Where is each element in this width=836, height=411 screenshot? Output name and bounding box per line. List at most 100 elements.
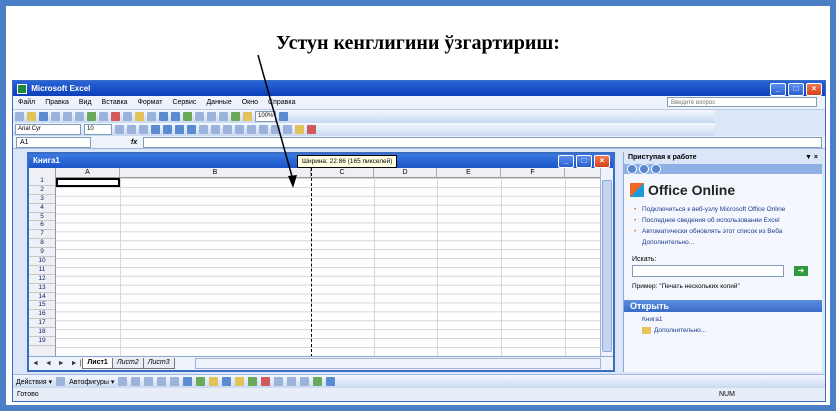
clipart-icon[interactable] <box>209 377 219 386</box>
open-item-recent[interactable]: Книга1 <box>642 316 822 323</box>
dash-style-icon[interactable] <box>287 377 297 386</box>
picture-icon[interactable] <box>222 377 232 386</box>
row-header[interactable]: 12 <box>29 275 55 284</box>
column-header-e[interactable]: E <box>437 168 501 177</box>
research-icon[interactable] <box>99 112 108 121</box>
more-link[interactable]: Дополнительно... <box>642 239 822 246</box>
arrow-icon[interactable] <box>131 377 141 386</box>
column-header-f[interactable]: F <box>501 168 565 177</box>
permission-icon[interactable] <box>51 112 60 121</box>
text-color-icon[interactable] <box>261 377 271 386</box>
autoshapes-menu[interactable]: Автофигуры ▾ <box>69 378 114 386</box>
decrease-decimal-icon[interactable] <box>247 125 256 134</box>
chart-wizard-icon[interactable] <box>231 112 240 121</box>
vertical-scrollbar[interactable] <box>600 168 613 357</box>
shadow-icon[interactable] <box>313 377 323 386</box>
close-button[interactable]: × <box>806 83 822 96</box>
search-input[interactable] <box>632 265 784 277</box>
menu-insert[interactable]: Вставка <box>102 99 128 106</box>
row-header[interactable]: 11 <box>29 266 55 275</box>
select-all-corner[interactable] <box>29 168 56 177</box>
font-size-select[interactable]: 10 <box>84 124 112 135</box>
row-header[interactable]: 19 <box>29 337 55 346</box>
line-style-icon[interactable] <box>274 377 284 386</box>
row-header[interactable]: 18 <box>29 328 55 338</box>
drawing-icon[interactable] <box>243 112 252 121</box>
font-color-icon[interactable] <box>307 125 316 134</box>
row-header[interactable]: 7 <box>29 230 55 240</box>
line-icon[interactable] <box>118 377 128 386</box>
column-header-c[interactable]: C <box>311 168 374 177</box>
column-header-b[interactable]: B <box>120 168 311 177</box>
line-color-icon[interactable] <box>248 377 258 386</box>
row-header[interactable]: 6 <box>29 221 55 231</box>
fx-icon[interactable]: fx <box>131 139 137 146</box>
row-header[interactable]: 10 <box>29 257 55 266</box>
task-pane-close-button[interactable]: ▼ × <box>805 152 818 164</box>
wordart-icon[interactable] <box>183 377 193 386</box>
task-pane-link[interactable]: Автоматически обновлять этот список из В… <box>634 228 822 235</box>
select-objects-icon[interactable] <box>56 377 66 386</box>
cut-icon[interactable] <box>111 112 120 121</box>
scroll-thumb[interactable] <box>602 180 612 352</box>
currency-icon[interactable] <box>199 125 208 134</box>
align-right-icon[interactable] <box>175 125 184 134</box>
sort-desc-icon[interactable] <box>219 112 228 121</box>
help-search-input[interactable]: Введите вопрос <box>667 97 817 107</box>
copy-icon[interactable] <box>123 112 132 121</box>
redo-icon[interactable] <box>171 112 180 121</box>
row-header[interactable]: 16 <box>29 310 55 320</box>
sort-asc-icon[interactable] <box>207 112 216 121</box>
oval-icon[interactable] <box>157 377 167 386</box>
row-header[interactable]: 8 <box>29 239 55 249</box>
undo-icon[interactable] <box>159 112 168 121</box>
diagram-icon[interactable] <box>196 377 206 386</box>
menu-tools[interactable]: Сервис <box>172 99 196 106</box>
comma-icon[interactable] <box>223 125 232 134</box>
arrow-style-icon[interactable] <box>300 377 310 386</box>
print-preview-icon[interactable] <box>75 112 84 121</box>
formula-input[interactable] <box>143 136 822 148</box>
selected-cell-a1[interactable] <box>56 178 120 187</box>
paste-icon[interactable] <box>135 112 144 121</box>
autosum-icon[interactable] <box>195 112 204 121</box>
spelling-icon[interactable] <box>87 112 96 121</box>
maximize-button[interactable]: □ <box>788 83 804 96</box>
merge-center-icon[interactable] <box>187 125 196 134</box>
bold-icon[interactable] <box>115 125 124 134</box>
task-pane-link[interactable]: Последние сведения об использовании Exce… <box>634 217 822 224</box>
row-header[interactable]: 1 <box>29 177 55 186</box>
menu-format[interactable]: Формат <box>138 99 163 106</box>
row-header[interactable]: 2 <box>29 186 55 195</box>
align-left-icon[interactable] <box>151 125 160 134</box>
row-header[interactable]: 15 <box>29 301 55 311</box>
sheet-tab-1[interactable]: Лист1 <box>82 358 113 369</box>
sheet-tab-2[interactable]: Лист2 <box>111 358 144 369</box>
fill-color-icon[interactable] <box>295 125 304 134</box>
increase-indent-icon[interactable] <box>271 125 280 134</box>
underline-icon[interactable] <box>139 125 148 134</box>
row-header[interactable]: 5 <box>29 213 55 222</box>
print-icon[interactable] <box>63 112 72 121</box>
fill-icon[interactable] <box>235 377 245 386</box>
row-header[interactable]: 17 <box>29 319 55 329</box>
font-name-select[interactable]: Arial Cyr <box>15 124 81 135</box>
percent-icon[interactable] <box>211 125 220 134</box>
draw-actions-menu[interactable]: Действия ▾ <box>16 378 52 386</box>
row-header[interactable]: 13 <box>29 284 55 293</box>
increase-decimal-icon[interactable] <box>235 125 244 134</box>
workbook-close-button[interactable]: × <box>594 155 610 168</box>
textbox-icon[interactable] <box>170 377 180 386</box>
help-icon[interactable] <box>279 112 289 121</box>
menu-window[interactable]: Окно <box>242 99 258 106</box>
minimize-button[interactable]: _ <box>770 83 786 96</box>
borders-icon[interactable] <box>283 125 292 134</box>
row-header[interactable]: 9 <box>29 248 55 258</box>
back-icon[interactable] <box>627 164 637 174</box>
menu-data[interactable]: Данные <box>206 99 231 106</box>
workbook-minimize-button[interactable]: _ <box>558 155 574 168</box>
decrease-indent-icon[interactable] <box>259 125 268 134</box>
zoom-select[interactable]: 100% <box>255 111 277 122</box>
menu-view[interactable]: Вид <box>79 99 92 106</box>
open-icon[interactable] <box>27 112 36 121</box>
